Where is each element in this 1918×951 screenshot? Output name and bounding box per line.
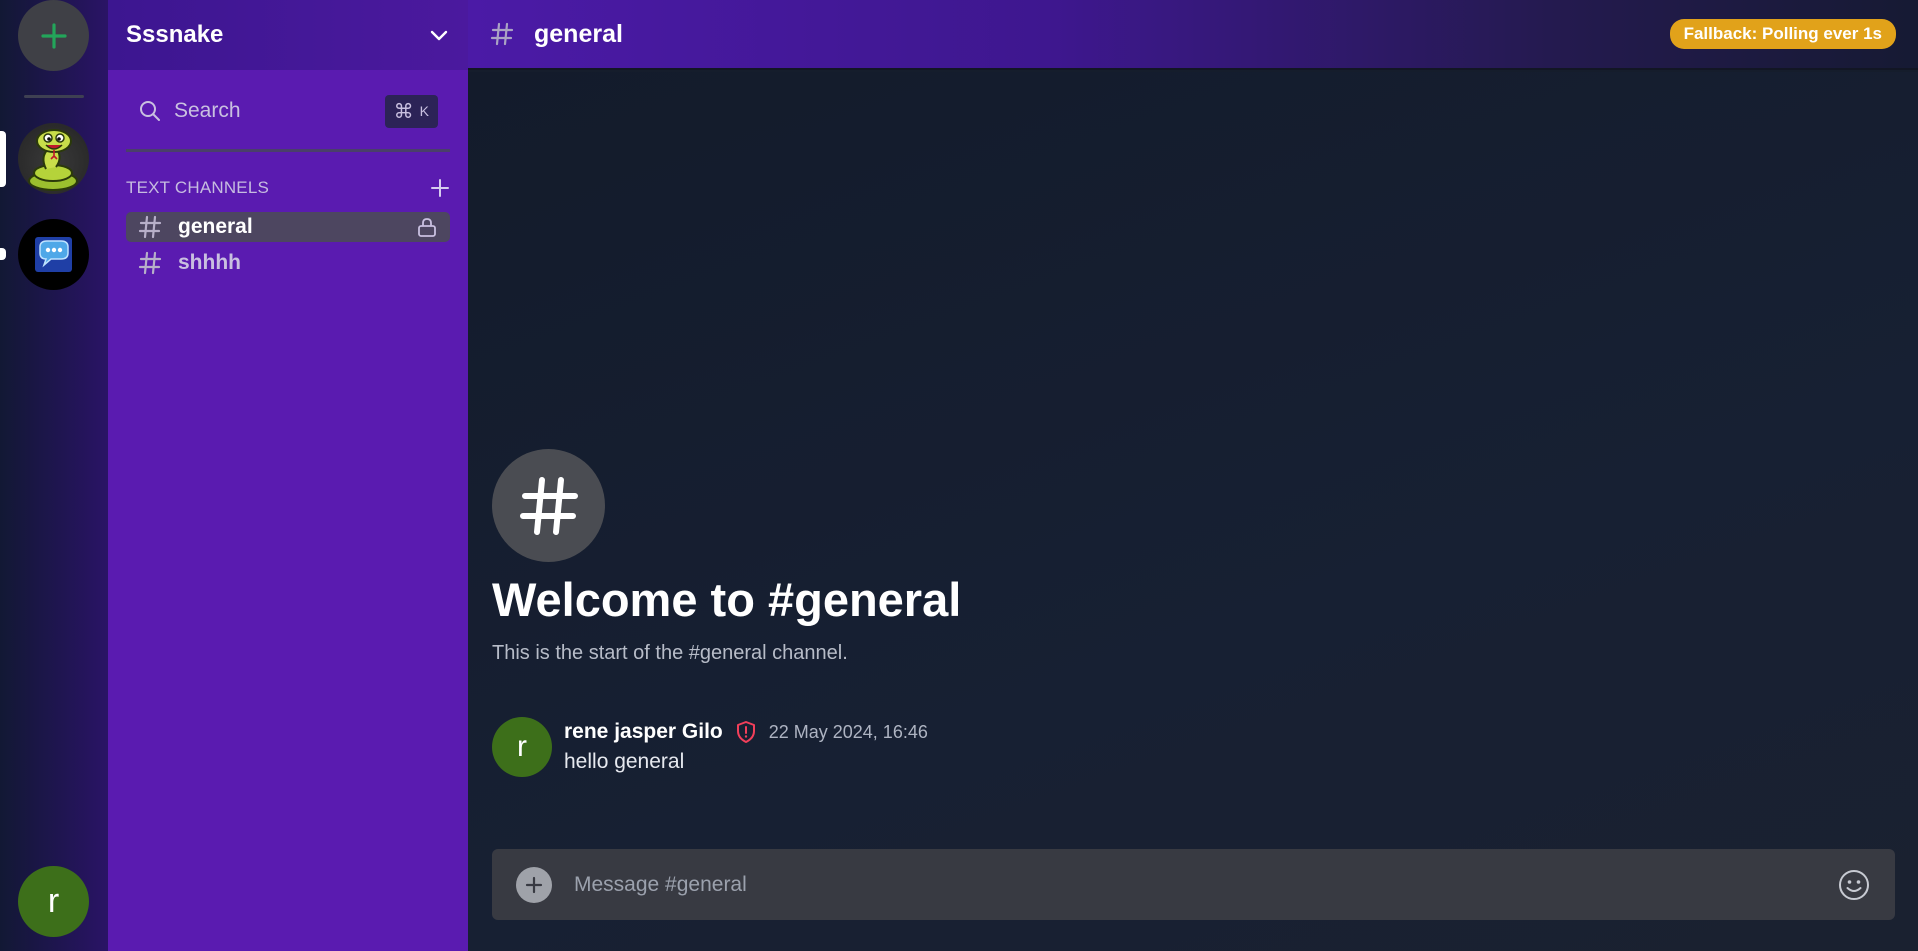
message-avatar-letter: r: [517, 730, 527, 763]
status-badge: Fallback: Polling ever 1s: [1669, 19, 1896, 49]
message-header: rene jasper Gilo 22 May 2024, 16:46: [564, 720, 928, 744]
command-key-icon: ⌘: [393, 100, 414, 123]
server-icon-sssnake[interactable]: [18, 123, 89, 194]
channel-item-shhhh[interactable]: shhhh: [126, 248, 450, 278]
message-area: Welcome to #general This is the start of…: [468, 72, 1918, 951]
attach-button[interactable]: [516, 866, 552, 903]
message-timestamp: 22 May 2024, 16:46: [768, 721, 928, 742]
channel-topbar: general Fallback: Polling ever 1s: [468, 0, 1918, 70]
server-name: Sssnake: [126, 21, 224, 48]
chevron-down-icon: [430, 30, 448, 41]
channel-welcome-icon: [492, 449, 605, 562]
plus-icon: [40, 22, 67, 49]
message-input[interactable]: [574, 872, 1837, 897]
smiley-icon: [1839, 869, 1869, 900]
hash-icon: [138, 251, 162, 275]
search-button[interactable]: Search ⌘ K: [126, 91, 450, 131]
current-channel-title: general: [534, 19, 623, 48]
sidebar-divider: [126, 149, 450, 152]
user-avatar-letter: r: [47, 882, 60, 920]
user-avatar[interactable]: r: [18, 866, 89, 937]
welcome-title: Welcome to #general: [492, 573, 962, 626]
rail-divider: [24, 95, 84, 98]
server-menu-button[interactable]: Sssnake: [108, 0, 468, 70]
chat-bubble-icon: [35, 237, 72, 272]
section-title: TEXT CHANNELS: [126, 178, 270, 197]
channel-label: shhhh: [178, 251, 241, 274]
unread-server-indicator: [0, 248, 6, 260]
hash-icon: [138, 215, 162, 239]
active-server-indicator: [0, 131, 6, 187]
lock-icon: [418, 218, 436, 237]
search-label: Search: [174, 99, 241, 122]
hash-icon: [490, 22, 514, 46]
server-rail: r: [0, 0, 108, 951]
shortcut-key: K: [419, 103, 429, 119]
welcome-subtitle: This is the start of the #general channe…: [492, 642, 848, 664]
emoji-button[interactable]: [1837, 868, 1871, 902]
plus-icon: [525, 876, 543, 893]
text-channels-header: TEXT CHANNELS: [126, 176, 450, 200]
channel-sidebar: Sssnake Search ⌘ K TEXT CHANNELS general: [108, 0, 468, 951]
message-item: r rene jasper Gilo 22 May 2024, 16:46 he…: [492, 717, 1392, 779]
search-icon: [140, 101, 160, 121]
add-server-button[interactable]: [18, 0, 89, 71]
channel-label: general: [178, 215, 253, 238]
message-composer: [492, 849, 1895, 920]
message-avatar[interactable]: r: [492, 717, 552, 777]
server-icon-chat[interactable]: [18, 219, 89, 290]
message-body: hello general: [564, 750, 685, 773]
moderator-shield-icon: [736, 721, 755, 743]
search-shortcut: ⌘ K: [384, 94, 438, 128]
message-author[interactable]: rene jasper Gilo: [564, 720, 723, 744]
channel-item-general[interactable]: general: [126, 212, 450, 242]
snake-icon: [28, 129, 78, 191]
hash-icon: [519, 476, 578, 535]
add-channel-icon[interactable]: [430, 178, 450, 198]
